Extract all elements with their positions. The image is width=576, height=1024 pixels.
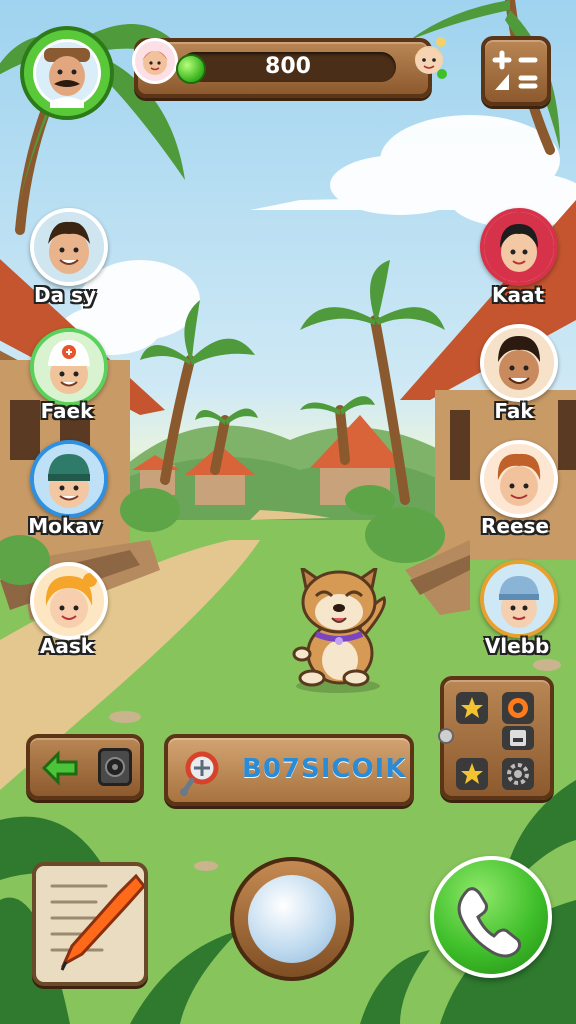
ring-button[interactable] bbox=[502, 692, 534, 724]
npc-name-aask: Aask bbox=[39, 634, 95, 658]
npc-name-reese: Reese bbox=[481, 514, 549, 538]
coin-track: 800 bbox=[176, 52, 396, 84]
npc-avatar-aask[interactable] bbox=[30, 562, 108, 640]
player-avatar-button[interactable] bbox=[20, 26, 114, 120]
speaker-icon bbox=[105, 757, 125, 777]
currency-bar: 800 bbox=[132, 37, 447, 98]
npc-name-vlebb: Vlebb bbox=[484, 634, 550, 658]
speaker-button[interactable] bbox=[98, 748, 132, 786]
sound-panel bbox=[26, 734, 144, 800]
dark-hair-girl-avatar-icon bbox=[484, 212, 554, 282]
gear-icon bbox=[507, 763, 529, 785]
blonde-avatar-icon bbox=[414, 37, 447, 79]
star-icon bbox=[461, 697, 483, 718]
nurse-cap-avatar-icon bbox=[34, 332, 104, 402]
lens-button[interactable] bbox=[230, 857, 354, 981]
npc-avatar-vlebb[interactable] bbox=[480, 560, 558, 638]
card-button[interactable] bbox=[502, 726, 534, 750]
npc-name-kaat: Kaat bbox=[491, 283, 545, 307]
orange-hair-girl-avatar-icon bbox=[34, 566, 104, 636]
ginger-hair-avatar-icon bbox=[484, 444, 554, 514]
calculator-icon bbox=[492, 50, 538, 90]
grey-cap-avatar-icon bbox=[484, 564, 554, 634]
code-plate[interactable]: B07SICOIK bbox=[164, 734, 414, 806]
npc-name-fak: Fak bbox=[494, 399, 534, 423]
npc-name-faek: Faek bbox=[40, 399, 94, 423]
code-label: B07SICOIK bbox=[242, 754, 407, 784]
npc-avatar-kaat[interactable] bbox=[480, 208, 558, 286]
mustache-man-avatar-icon bbox=[33, 39, 101, 108]
npc-name-mokav: Mokav bbox=[28, 514, 102, 538]
friend-avatar-right[interactable] bbox=[406, 36, 452, 82]
star-icon bbox=[461, 763, 483, 784]
tools-panel bbox=[438, 676, 554, 800]
card-icon bbox=[510, 730, 526, 746]
npc-avatar-reese[interactable] bbox=[480, 440, 558, 518]
knob-icon bbox=[438, 728, 454, 744]
magnifier-icon bbox=[180, 751, 219, 796]
notepad-pencil-icon bbox=[50, 873, 146, 971]
settings-button[interactable] bbox=[502, 758, 534, 790]
phone-icon bbox=[457, 887, 522, 958]
npc-avatar-mokav[interactable] bbox=[30, 440, 108, 518]
dog-character[interactable] bbox=[288, 568, 392, 694]
calculator-menu-button[interactable] bbox=[481, 36, 551, 106]
boy-avatar-icon bbox=[34, 212, 104, 282]
call-button[interactable] bbox=[430, 856, 552, 978]
green-arrow-icon[interactable] bbox=[40, 750, 80, 786]
star-button-top[interactable] bbox=[456, 692, 488, 724]
green-gem-icon bbox=[176, 54, 206, 84]
red-hair-avatar-icon bbox=[142, 51, 168, 75]
npc-name-daisy: Da sy bbox=[33, 283, 96, 307]
game-screen: 800 Da sy Faek Mokav Aask Kaat Fak Reese… bbox=[0, 0, 576, 1024]
lens-glass bbox=[248, 875, 336, 963]
coin-count: 800 bbox=[265, 54, 311, 79]
npc-avatar-fak[interactable] bbox=[480, 324, 558, 402]
star-button-bottom[interactable] bbox=[456, 758, 488, 790]
npc-avatar-faek[interactable] bbox=[30, 328, 108, 406]
notes-button[interactable] bbox=[32, 862, 148, 986]
beanie-avatar-icon bbox=[34, 444, 104, 514]
ring-icon bbox=[508, 698, 528, 718]
npc-avatar-daisy[interactable] bbox=[30, 208, 108, 286]
curly-hair-avatar-icon bbox=[484, 328, 554, 398]
friend-avatar-left[interactable] bbox=[132, 38, 178, 84]
